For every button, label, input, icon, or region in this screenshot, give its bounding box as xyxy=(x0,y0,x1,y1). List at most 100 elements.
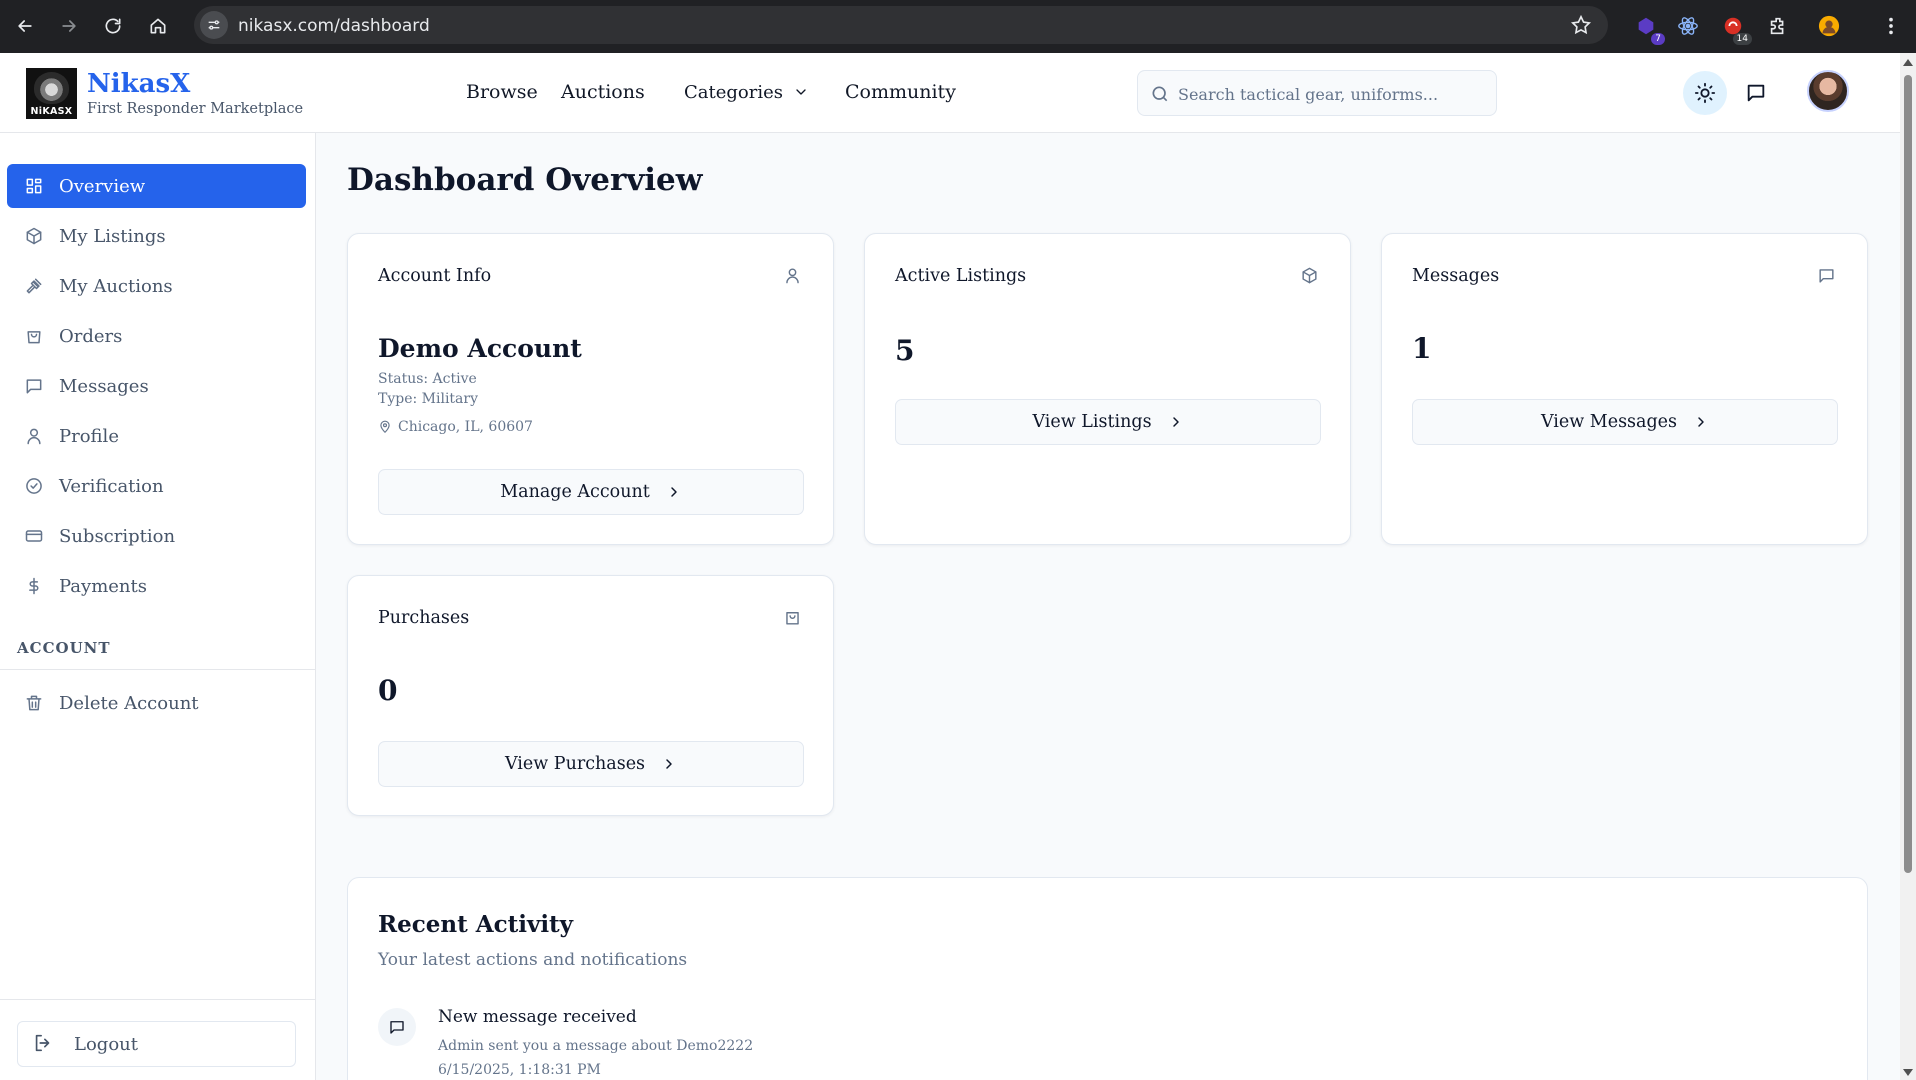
divider xyxy=(0,669,315,670)
scroll-up-arrow-icon[interactable] xyxy=(1903,59,1913,66)
nav-community[interactable]: Community xyxy=(845,81,956,103)
message-icon xyxy=(23,375,45,397)
recent-activity-card: Recent Activity Your latest actions and … xyxy=(347,877,1868,1080)
recent-activity-title: Recent Activity xyxy=(378,911,574,938)
messages-card: Messages 1 View Messages xyxy=(1381,233,1868,545)
card-title: Purchases xyxy=(378,608,470,628)
reload-icon xyxy=(105,18,121,34)
react-devtools-icon[interactable] xyxy=(1673,11,1703,41)
package-icon xyxy=(23,225,45,247)
active-listings-card: Active Listings 5 View Listings xyxy=(864,233,1351,545)
view-listings-button[interactable]: View Listings xyxy=(895,399,1321,445)
map-pin-icon xyxy=(378,420,392,434)
sidebar-item-orders[interactable]: Orders xyxy=(7,314,306,358)
lion-logo-icon xyxy=(34,72,69,104)
theme-toggle-button[interactable] xyxy=(1683,71,1727,115)
search-icon xyxy=(1150,84,1170,104)
page-scrollbar[interactable] xyxy=(1900,53,1916,1080)
back-button[interactable] xyxy=(11,12,39,40)
sidebar-item-verification[interactable]: Verification xyxy=(7,464,306,508)
trash-icon xyxy=(23,692,45,714)
extension-1-icon[interactable]: 7 xyxy=(1631,11,1665,45)
reload-button[interactable] xyxy=(99,12,127,40)
activity-item-timestamp: 6/15/2025, 1:18:31 PM xyxy=(438,1062,601,1078)
message-icon xyxy=(378,1008,416,1046)
account-location: Chicago, IL, 60607 xyxy=(378,419,533,435)
chevron-right-icon xyxy=(661,756,677,772)
sidebar-item-subscription[interactable]: Subscription xyxy=(7,514,306,558)
active-listings-count: 5 xyxy=(895,334,915,367)
brand-tagline: First Responder Marketplace xyxy=(87,101,304,117)
view-messages-button[interactable]: View Messages xyxy=(1412,399,1838,445)
sun-icon xyxy=(1694,82,1716,104)
shopping-bag-icon xyxy=(783,608,803,628)
messages-count: 1 xyxy=(1412,332,1432,365)
sidebar: Overview My Listings My Auctions Orders … xyxy=(0,133,316,1080)
arrow-left-icon xyxy=(18,20,32,32)
nav-auctions[interactable]: Auctions xyxy=(561,81,645,103)
browser-toolbar: nikasx.com/dashboard 7 14 xyxy=(0,0,1916,53)
address-bar[interactable]: nikasx.com/dashboard xyxy=(194,6,1608,44)
sidebar-item-messages[interactable]: Messages xyxy=(7,364,306,408)
profile-avatar-icon[interactable] xyxy=(1814,11,1844,41)
home-button[interactable] xyxy=(144,12,172,40)
purchases-card: Purchases 0 View Purchases xyxy=(347,575,834,816)
page-title: Dashboard Overview xyxy=(347,162,703,198)
search-input[interactable] xyxy=(1178,81,1488,107)
gavel-icon xyxy=(23,275,45,297)
sidebar-item-my-listings[interactable]: My Listings xyxy=(7,214,306,258)
header-messages-button[interactable] xyxy=(1734,71,1778,115)
chevron-right-icon xyxy=(1693,414,1709,430)
arrow-right-icon xyxy=(62,20,76,32)
message-square-icon xyxy=(1817,266,1837,286)
browser-menu-icon[interactable] xyxy=(1876,11,1906,41)
scrollbar-thumb[interactable] xyxy=(1904,75,1912,873)
sidebar-item-my-auctions[interactable]: My Auctions xyxy=(7,264,306,308)
search-box[interactable] xyxy=(1137,70,1497,116)
sidebar-item-profile[interactable]: Profile xyxy=(7,414,306,458)
dollar-icon xyxy=(23,575,45,597)
check-circle-icon xyxy=(23,475,45,497)
sidebar-item-payments[interactable]: Payments xyxy=(7,564,306,608)
forward-button[interactable] xyxy=(55,12,83,40)
account-info-card: Account Info Demo Account Status: Active… xyxy=(347,233,834,545)
purchases-count: 0 xyxy=(378,674,398,707)
view-purchases-button[interactable]: View Purchases xyxy=(378,741,804,787)
manage-account-button[interactable]: Manage Account xyxy=(378,469,804,515)
account-name: Demo Account xyxy=(378,334,582,363)
grid-icon xyxy=(23,175,45,197)
user-icon xyxy=(23,425,45,447)
divider xyxy=(0,999,315,1000)
home-icon xyxy=(150,18,166,34)
account-type: Type: Military xyxy=(378,391,479,407)
sidebar-section-account: ACCOUNT xyxy=(17,639,111,657)
logo[interactable]: NiKASX xyxy=(26,68,77,119)
activity-item-description: Admin sent you a message about Demo2222 xyxy=(438,1038,754,1054)
extensions-puzzle-icon[interactable] xyxy=(1763,11,1793,41)
chevron-down-icon xyxy=(793,84,809,100)
nav-categories[interactable]: Categories xyxy=(684,82,809,103)
user-icon xyxy=(783,266,803,286)
logout-icon xyxy=(32,1032,56,1056)
package-icon xyxy=(1300,266,1320,286)
message-square-icon xyxy=(1747,84,1765,102)
shopping-bag-icon xyxy=(23,325,45,347)
sidebar-item-overview[interactable]: Overview xyxy=(7,164,306,208)
card-title: Active Listings xyxy=(895,266,1027,286)
url-text[interactable]: nikasx.com/dashboard xyxy=(238,16,430,36)
account-status: Status: Active xyxy=(378,371,477,387)
scroll-down-arrow-icon[interactable] xyxy=(1903,1069,1913,1076)
chevron-right-icon xyxy=(1168,414,1184,430)
bookmark-star-icon[interactable] xyxy=(1570,14,1592,36)
logout-button[interactable]: Logout xyxy=(17,1021,296,1067)
app-header: NiKASX NikasX First Responder Marketplac… xyxy=(0,53,1900,133)
activity-item-title[interactable]: New message received xyxy=(438,1007,637,1027)
nav-browse[interactable]: Browse xyxy=(466,81,538,103)
sidebar-item-delete-account[interactable]: Delete Account xyxy=(7,681,306,725)
card-title: Account Info xyxy=(378,266,492,286)
card-title: Messages xyxy=(1412,266,1500,286)
user-avatar[interactable] xyxy=(1807,70,1849,112)
extension-3-icon[interactable]: 14 xyxy=(1718,11,1752,45)
brand-name[interactable]: NikasX xyxy=(87,69,190,99)
site-settings-icon[interactable] xyxy=(200,11,228,39)
